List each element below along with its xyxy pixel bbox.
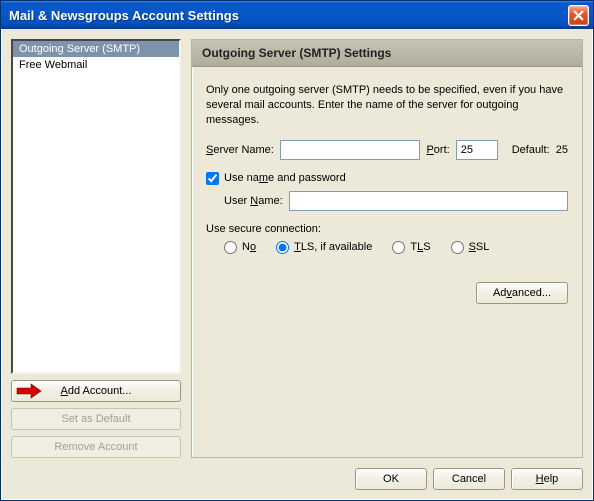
secure-tls-radio[interactable] [392, 241, 405, 254]
advanced-button[interactable]: Advanced... [476, 282, 568, 304]
titlebar[interactable]: Mail & Newsgroups Account Settings [1, 1, 593, 29]
secure-tls-available-radio[interactable] [276, 241, 289, 254]
panel-body: Only one outgoing server (SMTP) needs to… [192, 67, 582, 314]
tree-item-label: Free Webmail [19, 59, 87, 71]
user-name-input[interactable] [289, 191, 568, 211]
left-buttons: Add Account... Set as Default Remove Acc… [11, 380, 181, 458]
secure-options: No TLS, if available TLS [224, 241, 568, 254]
panel-heading: Outgoing Server (SMTP) Settings [192, 40, 582, 67]
tree-item-outgoing-smtp[interactable]: Outgoing Server (SMTP) [13, 41, 179, 57]
window-title: Mail & Newsgroups Account Settings [9, 8, 239, 23]
close-button[interactable] [568, 5, 589, 26]
port-label: Port: [426, 144, 449, 156]
secure-block: Use secure connection: No TLS, if availa… [206, 223, 568, 254]
dialog-buttons: OK Cancel Help [11, 466, 583, 490]
ok-button[interactable]: OK [355, 468, 427, 490]
secure-ssl[interactable]: SSL [451, 241, 490, 254]
account-tree[interactable]: Outgoing Server (SMTP) Free Webmail [11, 39, 181, 374]
user-name-row: User Name: [224, 191, 568, 211]
secure-tls-available[interactable]: TLS, if available [276, 241, 372, 254]
tree-item-label: Outgoing Server (SMTP) [19, 43, 140, 55]
use-auth-row[interactable]: Use name and password [206, 172, 568, 185]
secure-tls[interactable]: TLS [392, 241, 430, 254]
left-column: Outgoing Server (SMTP) Free Webmail Add … [11, 39, 181, 458]
advanced-row: Advanced... [206, 282, 568, 304]
add-account-label-rest: dd Account... [68, 385, 132, 397]
add-account-row: Add Account... [11, 380, 181, 402]
client-area: Outgoing Server (SMTP) Free Webmail Add … [1, 29, 593, 500]
upper-area: Outgoing Server (SMTP) Free Webmail Add … [11, 39, 583, 458]
auth-block: Use name and password User Name: [206, 172, 568, 211]
secure-label: Use secure connection: [206, 223, 568, 235]
set-default-button: Set as Default [11, 408, 181, 430]
server-name-label: Server Name: [206, 144, 274, 156]
help-button[interactable]: Help [511, 468, 583, 490]
secure-ssl-radio[interactable] [451, 241, 464, 254]
server-port-row: Server Name: Port: Default: 25 [206, 140, 568, 160]
close-icon [573, 10, 584, 21]
use-auth-label: Use name and password [224, 172, 346, 184]
default-port-label: Default: 25 [512, 144, 568, 156]
add-account-button[interactable]: Add Account... [11, 380, 181, 402]
panel-intro-text: Only one outgoing server (SMTP) needs to… [206, 83, 568, 128]
secure-no-radio[interactable] [224, 241, 237, 254]
use-auth-checkbox[interactable] [206, 172, 219, 185]
tree-item-free-webmail[interactable]: Free Webmail [13, 57, 179, 73]
cancel-button[interactable]: Cancel [433, 468, 505, 490]
port-input[interactable] [456, 140, 498, 160]
server-name-input[interactable] [280, 140, 421, 160]
account-settings-window: Mail & Newsgroups Account Settings Outgo… [0, 0, 594, 501]
secure-no[interactable]: No [224, 241, 256, 254]
user-name-label: User Name: [224, 195, 283, 207]
settings-panel: Outgoing Server (SMTP) Settings Only one… [191, 39, 583, 458]
remove-account-button: Remove Account [11, 436, 181, 458]
